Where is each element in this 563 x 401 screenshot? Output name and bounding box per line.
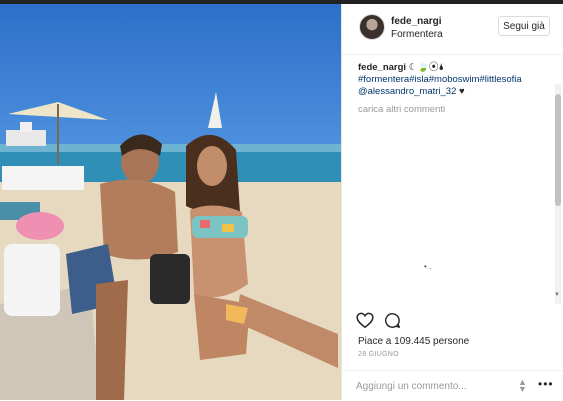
- comments-scrollbar-thumb[interactable]: [555, 94, 561, 206]
- caption-mention[interactable]: @alessandro_matri_32: [358, 86, 456, 97]
- scroll-down-arrow-icon[interactable]: ▼: [554, 292, 560, 298]
- avatar[interactable]: [359, 14, 385, 40]
- load-more-comments-link[interactable]: carica altri commenti: [358, 104, 445, 115]
- post-actions: [356, 312, 556, 332]
- heart-icon[interactable]: [356, 312, 374, 329]
- caption-emoji: ☾🍃⦿🌢: [408, 62, 445, 73]
- header-location[interactable]: Formentera: [391, 29, 443, 40]
- post-header: fede_nargi Formentera Segui già: [342, 4, 563, 55]
- add-comment-row: ▲▼ •••: [342, 370, 563, 401]
- caption-username[interactable]: fede_nargi: [358, 62, 406, 73]
- more-options-icon[interactable]: •••: [538, 377, 554, 391]
- post-date: 28 GIUGNO: [358, 351, 399, 358]
- header-username[interactable]: fede_nargi: [391, 16, 442, 27]
- likes-count[interactable]: Piace a 109.445 persone: [358, 336, 469, 347]
- beach-photo-illustration: [0, 92, 341, 400]
- loading-dots-icon: • .: [424, 262, 432, 271]
- updown-icon[interactable]: ▲ ▼: [518, 378, 527, 394]
- caption-comment: fede_nargi ☾🍃⦿🌢 #formentera#isla#moboswi…: [358, 62, 552, 98]
- comment-icon[interactable]: [384, 312, 401, 329]
- post-photo[interactable]: [0, 4, 341, 400]
- post-side-panel: fede_nargi Formentera Segui già fede_nar…: [341, 4, 563, 400]
- add-comment-input[interactable]: [356, 379, 506, 393]
- caption-heart-icon: ♥: [459, 86, 465, 97]
- following-button[interactable]: Segui già: [498, 16, 550, 36]
- caption-hashtags[interactable]: #formentera#isla#moboswim#littlesofia: [358, 74, 522, 85]
